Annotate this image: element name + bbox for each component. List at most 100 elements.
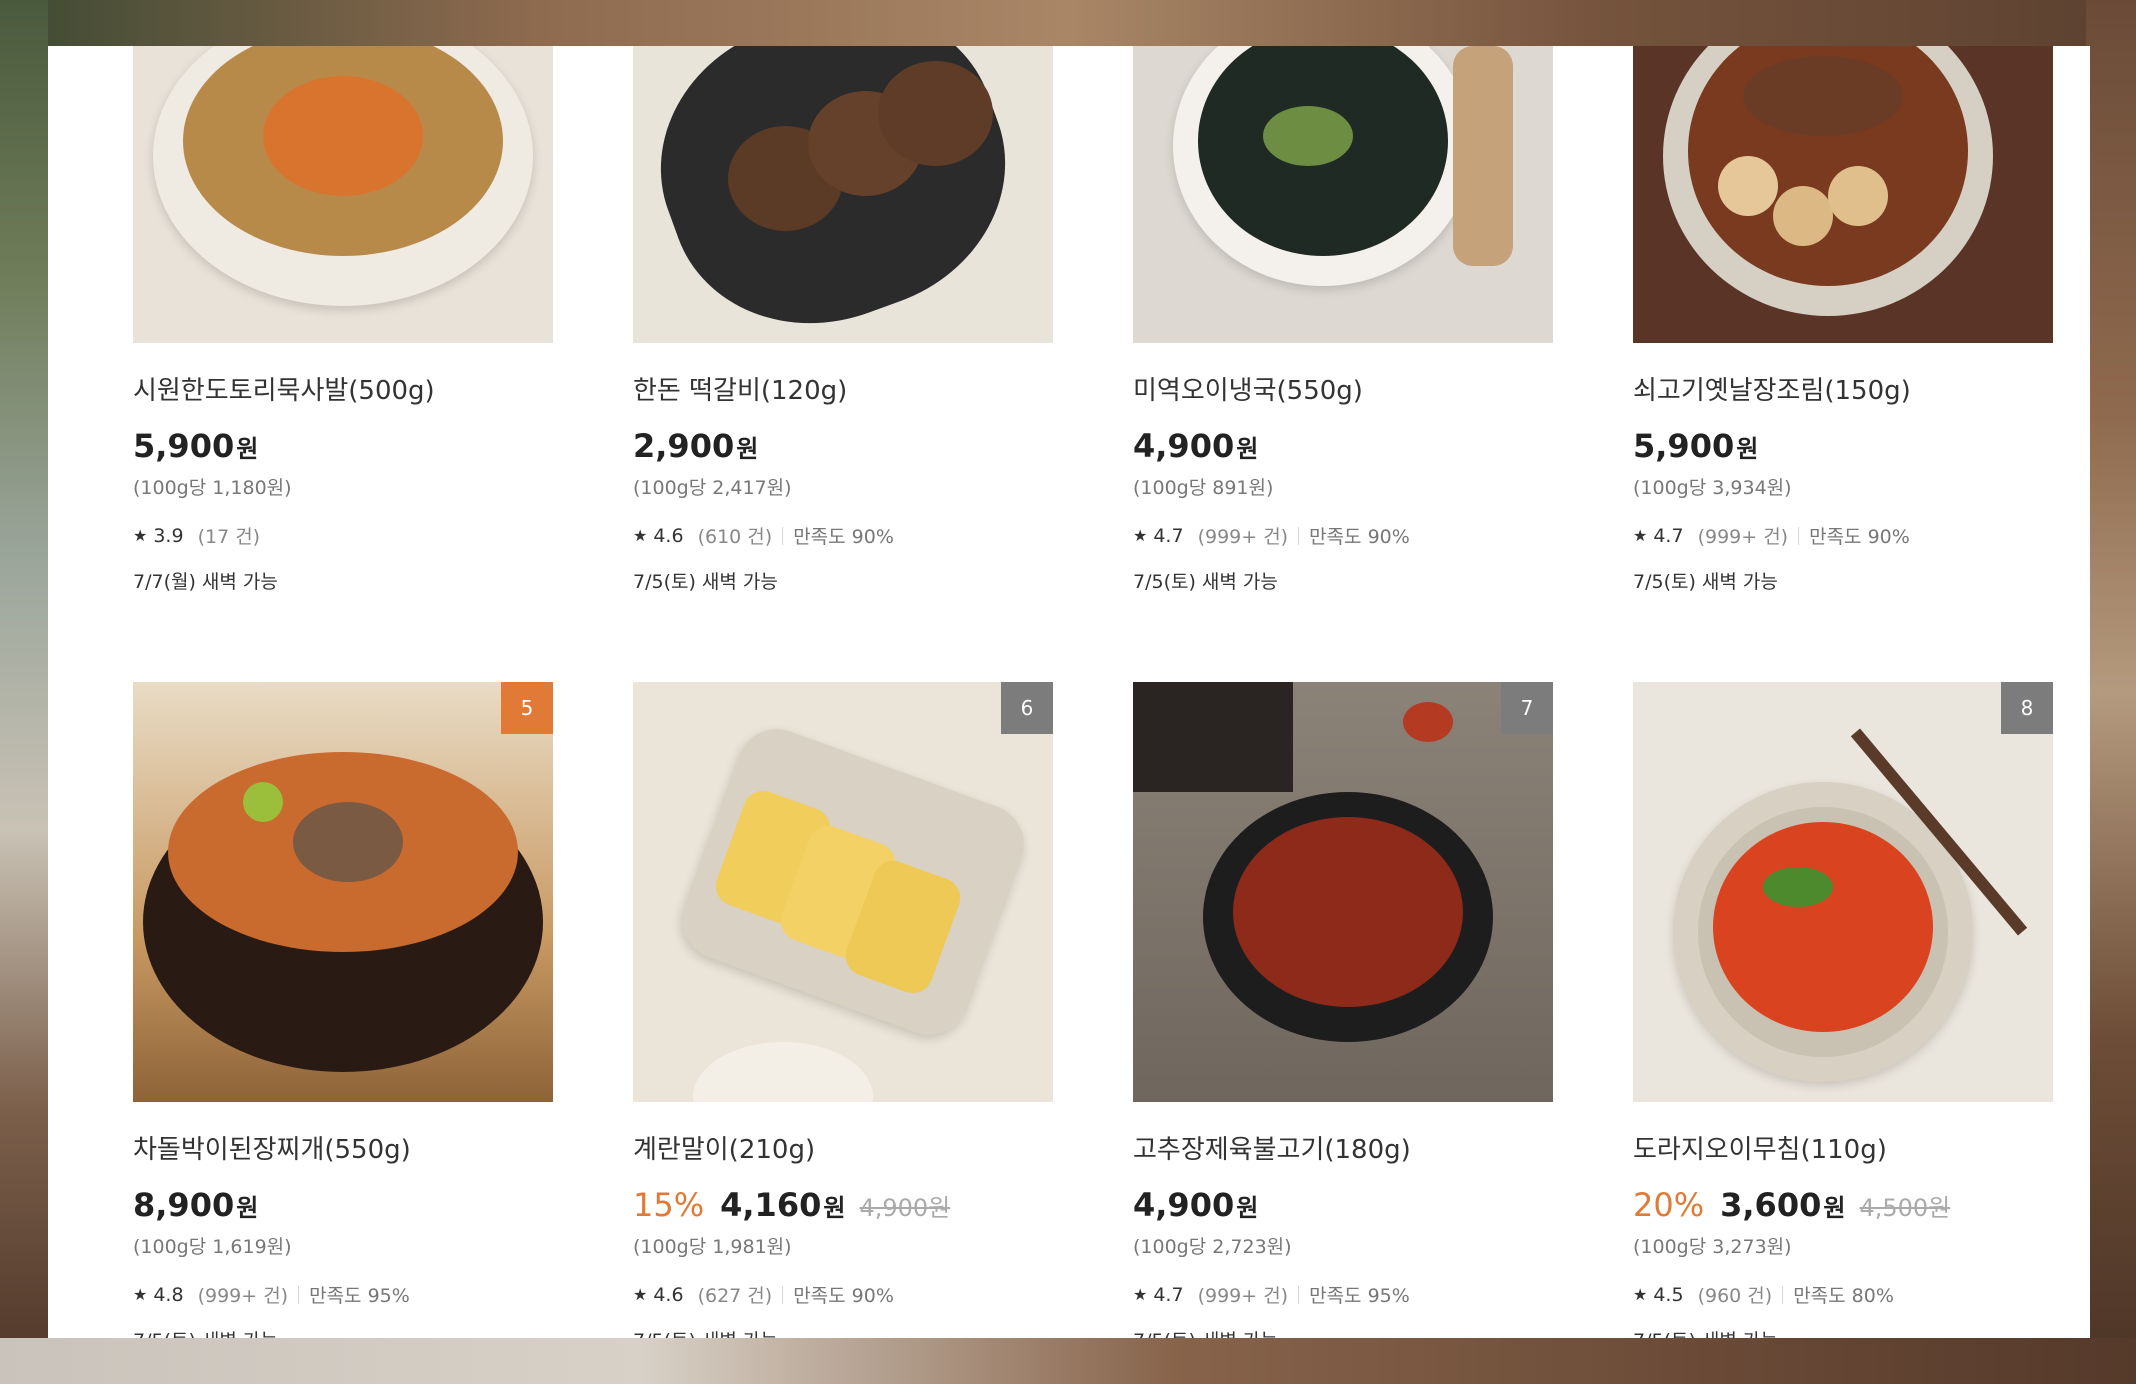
rank-badge: 7	[1501, 682, 1553, 734]
product-name[interactable]: 쇠고기옛날장조림(150g)	[1633, 375, 2053, 407]
currency-label: 원	[736, 435, 759, 463]
divider	[1782, 1285, 1784, 1304]
delivery-info: 7/5(토) 새벽 가능	[133, 1326, 553, 1338]
divider	[782, 1285, 784, 1304]
product-name[interactable]: 고추장제육불고기(180g)	[1133, 1134, 1553, 1166]
unit-price: (100g당 891원)	[1133, 477, 1274, 499]
original-price: 4,900원	[859, 1194, 951, 1222]
background-photo-right	[2086, 0, 2136, 1384]
delivery-info: 7/5(토) 새벽 가능	[1133, 571, 1278, 593]
sale-price: 3,600	[1720, 1186, 1822, 1224]
satisfaction: 만족도 90%	[1809, 526, 1910, 548]
review-count: (610 건)	[697, 526, 773, 548]
delivery-info: 7/5(토) 새벽 가능	[1633, 1326, 2053, 1338]
product-image[interactable]	[1633, 46, 2053, 343]
product-name[interactable]: 계란말이(210g)	[633, 1134, 1053, 1166]
currency-label: 원	[823, 1194, 846, 1222]
star-icon: ★	[133, 526, 148, 545]
review-count: (999+ 건)	[1197, 1285, 1289, 1307]
product-name[interactable]: 도라지오이무침(110g)	[1633, 1134, 2053, 1166]
star-icon: ★	[1133, 1285, 1148, 1304]
rating-row: ★ 4.7 (999+ 건) 만족도 95%	[1133, 1281, 1553, 1308]
product-image[interactable]	[633, 46, 1053, 343]
product-name[interactable]: 미역오이냉국(550g)	[1133, 375, 1553, 407]
sale-price: 5,900	[1633, 427, 1735, 465]
price-row: 5,900 원	[133, 427, 553, 465]
currency-label: 원	[236, 435, 259, 463]
rating-row: ★ 4.7 (999+ 건) 만족도 90%	[1133, 522, 1553, 549]
review-count: (627 건)	[697, 1285, 773, 1307]
divider	[782, 526, 784, 545]
product-name[interactable]: 시원한도토리묵사발(500g)	[133, 375, 553, 407]
sale-price: 4,900	[1133, 427, 1235, 465]
satisfaction: 만족도 90%	[793, 1285, 894, 1307]
currency-label: 원	[1236, 1194, 1259, 1222]
delivery-info: 7/5(토) 새벽 가능	[1133, 1326, 1553, 1338]
rank-badge: 8	[2001, 682, 2053, 734]
unit-price: (100g당 1,180원)	[133, 477, 292, 499]
price-row: 2,900 원	[633, 427, 1053, 465]
background-photo-left	[0, 0, 48, 1384]
product-card[interactable]: 7 고추장제육불고기(180g) 4,900 원 (100g당 2,723원) ★…	[1133, 682, 1553, 1338]
product-image[interactable]	[133, 46, 553, 343]
product-card[interactable]: 5 차돌박이된장찌개(550g) 8,900 원 (100g당 1,619원) ★…	[133, 682, 553, 1338]
divider	[1798, 526, 1800, 545]
price-row: 4,900 원	[1133, 1186, 1553, 1224]
rating-score: 4.7	[1653, 524, 1684, 547]
unit-price: (100g당 1,981원)	[633, 1236, 792, 1258]
sale-price: 2,900	[633, 427, 735, 465]
product-name[interactable]: 한돈 떡갈비(120g)	[633, 375, 1053, 407]
product-card[interactable]: 시원한도토리묵사발(500g) 5,900 원 (100g당 1,180원) ★ …	[133, 46, 553, 594]
price-row: 8,900 원	[133, 1186, 553, 1224]
divider	[1298, 1285, 1300, 1304]
currency-label: 원	[236, 1194, 259, 1222]
star-icon: ★	[1633, 1285, 1648, 1304]
review-count: (960 건)	[1697, 1285, 1773, 1307]
delivery-info: 7/5(토) 새벽 가능	[633, 571, 778, 593]
sale-price: 4,900	[1133, 1186, 1235, 1224]
rank-badge: 5	[501, 682, 553, 734]
product-card[interactable]: 쇠고기옛날장조림(150g) 5,900 원 (100g당 3,934원) ★ 4…	[1633, 46, 2053, 594]
original-price: 4,500원	[1859, 1194, 1951, 1222]
satisfaction: 만족도 80%	[1793, 1285, 1894, 1307]
rating-score: 4.7	[1153, 524, 1184, 547]
discount-rate: 15%	[633, 1186, 705, 1224]
rating-score: 3.9	[153, 524, 184, 547]
product-image[interactable]: 5	[133, 682, 553, 1102]
satisfaction: 만족도 95%	[1309, 1285, 1410, 1307]
product-image[interactable]: 7	[1133, 682, 1553, 1102]
product-card[interactable]: 미역오이냉국(550g) 4,900 원 (100g당 891원) ★ 4.7 (…	[1133, 46, 1553, 594]
currency-label: 원	[1823, 1194, 1846, 1222]
rating-row: ★ 4.8 (999+ 건) 만족도 95%	[133, 1281, 553, 1308]
rank-badge: 6	[1001, 682, 1053, 734]
star-icon: ★	[1133, 526, 1148, 545]
unit-price: (100g당 1,619원)	[133, 1236, 292, 1258]
rating-score: 4.7	[1153, 1283, 1184, 1306]
product-card[interactable]: 한돈 떡갈비(120g) 2,900 원 (100g당 2,417원) ★ 4.6…	[633, 46, 1053, 594]
sale-price: 4,160	[720, 1186, 822, 1224]
rating-row: ★ 4.7 (999+ 건) 만족도 90%	[1633, 522, 2053, 549]
product-image[interactable]: 6	[633, 682, 1053, 1102]
satisfaction: 만족도 90%	[1309, 526, 1410, 548]
background-photo-top	[0, 0, 2136, 46]
product-image[interactable]	[1133, 46, 1553, 343]
price-row: 20% 3,600 원 4,500원	[1633, 1186, 2053, 1224]
product-grid: 시원한도토리묵사발(500g) 5,900 원 (100g당 1,180원) ★ …	[48, 46, 2090, 1338]
review-count: (999+ 건)	[197, 1285, 289, 1307]
product-card[interactable]: 8 도라지오이무침(110g) 20% 3,600 원 4,500원 (100g당…	[1633, 682, 2053, 1338]
divider	[1298, 526, 1300, 545]
product-card[interactable]: 6 계란말이(210g) 15% 4,160 원 4,900원 (100g당 1,…	[633, 682, 1053, 1338]
product-name[interactable]: 차돌박이된장찌개(550g)	[133, 1134, 553, 1166]
sale-price: 5,900	[133, 427, 235, 465]
rating-score: 4.8	[153, 1283, 184, 1306]
price-row: 5,900 원	[1633, 427, 2053, 465]
unit-price: (100g당 3,934원)	[1633, 477, 1792, 499]
star-icon: ★	[633, 526, 648, 545]
background-photo-bottom	[0, 1338, 2136, 1384]
sale-price: 8,900	[133, 1186, 235, 1224]
review-count: (999+ 건)	[1697, 526, 1789, 548]
star-icon: ★	[133, 1285, 148, 1304]
product-image[interactable]: 8	[1633, 682, 2053, 1102]
review-count: (999+ 건)	[1197, 526, 1289, 548]
satisfaction: 만족도 95%	[309, 1285, 410, 1307]
